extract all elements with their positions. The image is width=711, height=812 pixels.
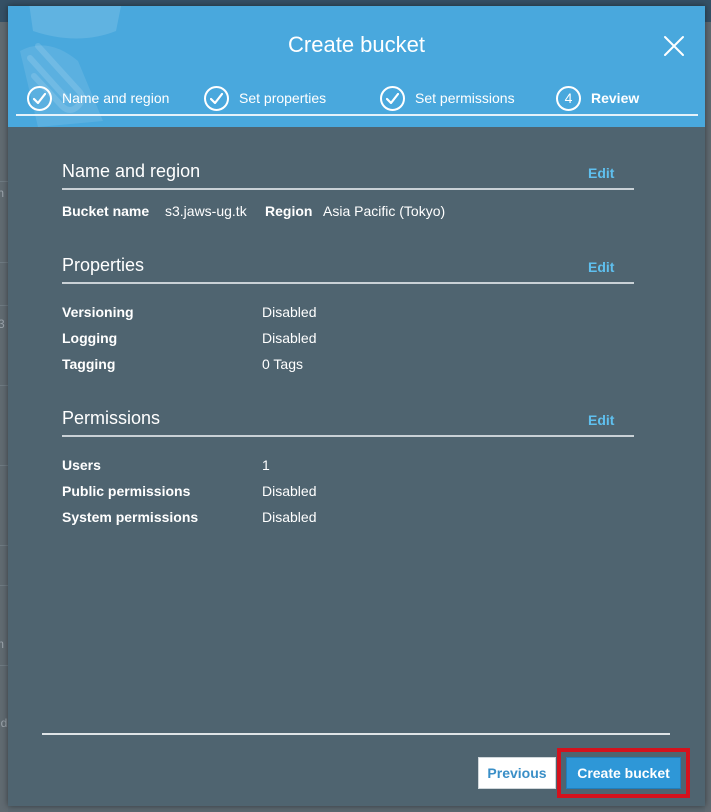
step-set-permissions[interactable]: Set permissions	[380, 84, 515, 112]
section-title-name-and-region: Name and region	[62, 161, 201, 181]
bucket-name-value: s3.jaws-ug.tk	[165, 203, 247, 219]
section-divider	[62, 435, 634, 437]
footer-divider	[42, 733, 670, 735]
section-title-properties: Properties	[62, 255, 145, 275]
edit-properties-link[interactable]: Edit	[588, 259, 614, 275]
steps-underline	[16, 114, 698, 116]
public-permissions-value: Disabled	[262, 483, 317, 499]
create-bucket-button[interactable]: Create bucket	[566, 757, 681, 789]
edit-name-and-region-link[interactable]: Edit	[588, 165, 614, 181]
check-icon	[27, 85, 52, 111]
background-divider	[0, 305, 8, 306]
dialog-title: Create bucket	[288, 32, 425, 57]
dialog-header: Create bucket Name and region Set proper…	[8, 6, 705, 127]
region-label: Region	[265, 203, 313, 219]
background-text: ud	[0, 716, 8, 730]
check-icon	[204, 85, 229, 111]
users-value: 1	[262, 457, 270, 473]
step-label: Set properties	[239, 90, 327, 106]
region-value: Asia Pacific (Tokyo)	[323, 203, 446, 219]
background-text: m	[0, 637, 4, 651]
tagging-value: 0 Tags	[262, 356, 303, 372]
step-label: Set permissions	[415, 90, 515, 106]
create-bucket-dialog: Create bucket Name and region Set proper…	[8, 6, 705, 806]
step-name-and-region[interactable]: Name and region	[27, 84, 169, 112]
logging-label: Logging	[62, 330, 118, 346]
background-divider	[0, 385, 8, 386]
step-review[interactable]: 4 Review	[556, 84, 639, 112]
background-text: 3	[0, 317, 5, 331]
section-divider	[62, 188, 634, 190]
section-title-permissions: Permissions	[62, 408, 161, 428]
edit-permissions-link[interactable]: Edit	[588, 412, 614, 428]
background-text: th	[0, 186, 5, 200]
step-label: Review	[591, 90, 640, 106]
system-permissions-label: System permissions	[62, 509, 199, 525]
logging-value: Disabled	[262, 330, 317, 346]
background-divider	[0, 545, 8, 546]
section-divider	[62, 282, 634, 284]
background-divider	[0, 585, 8, 586]
step-set-properties[interactable]: Set properties	[204, 84, 326, 112]
users-label: Users	[62, 457, 101, 473]
check-icon	[380, 85, 405, 111]
step-number: 4	[556, 85, 581, 111]
bucket-name-label: Bucket name	[62, 203, 150, 219]
step-label: Name and region	[62, 90, 170, 106]
background-left-strip	[0, 22, 8, 812]
versioning-label: Versioning	[62, 304, 134, 320]
background-divider	[0, 262, 8, 263]
previous-button[interactable]: Previous	[478, 757, 556, 789]
system-permissions-value: Disabled	[262, 509, 317, 525]
background-divider	[0, 465, 8, 466]
close-icon[interactable]	[662, 34, 686, 58]
public-permissions-label: Public permissions	[62, 483, 191, 499]
background-divider	[0, 181, 8, 182]
background-right-strip	[705, 22, 711, 812]
background-divider	[0, 665, 8, 666]
tagging-label: Tagging	[62, 356, 116, 372]
versioning-value: Disabled	[262, 304, 317, 320]
